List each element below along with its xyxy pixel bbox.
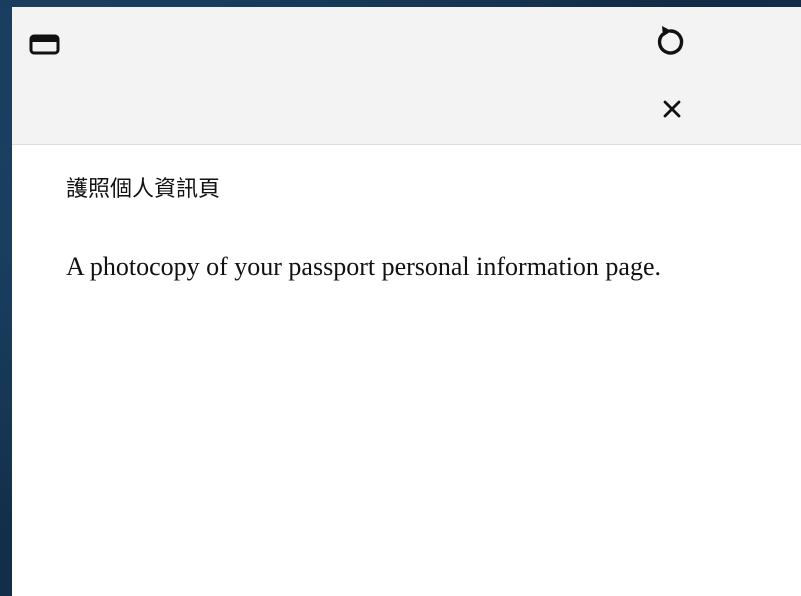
- window-icon[interactable]: [29, 34, 60, 55]
- panel-toolbar: [12, 7, 801, 145]
- panel-content: 護照個人資訊頁 A photocopy of your passport per…: [66, 173, 766, 282]
- description-text: A photocopy of your passport personal in…: [66, 252, 661, 281]
- close-icon[interactable]: [661, 98, 683, 120]
- popup-panel: 護照個人資訊頁 A photocopy of your passport per…: [12, 7, 801, 596]
- refresh-icon[interactable]: [653, 24, 688, 60]
- page-title: 護照個人資訊頁: [66, 177, 221, 202]
